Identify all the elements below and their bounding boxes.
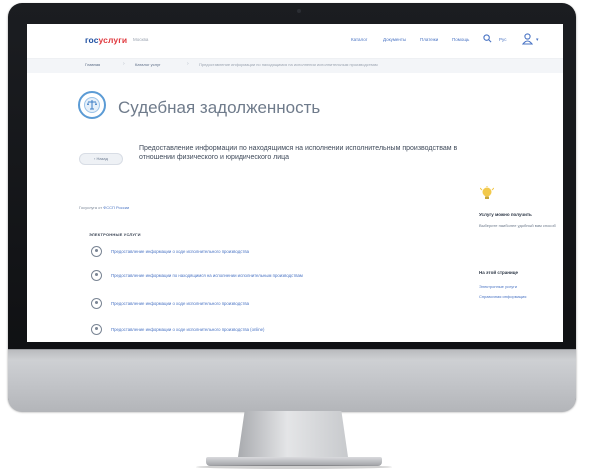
service-icon (91, 270, 102, 281)
on-page-title: На этой странице (479, 270, 519, 275)
monitor-stand (238, 411, 348, 457)
nav-catalog[interactable]: Каталог (351, 37, 367, 42)
owner-link[interactable]: ФССП России (103, 205, 129, 210)
nav-payments[interactable]: Платежи (420, 37, 438, 42)
stand-shadow (196, 465, 392, 469)
breadcrumb-catalog[interactable]: Каталог услуг (135, 62, 160, 67)
breadcrumb-home[interactable]: Главная (85, 62, 100, 67)
breadcrumb-separator: › (187, 61, 189, 67)
scales-glyph (87, 100, 97, 110)
service-link[interactable]: Предоставление информации о ходе исполни… (111, 249, 249, 254)
page-title: Судебная задолженность (118, 98, 321, 117)
services-heading: ЭЛЕКТРОННЫЕ УСЛУГИ (89, 232, 141, 237)
breadcrumb-separator: › (123, 61, 125, 67)
breadcrumb: Главная › Каталог услуг › Предоставление… (27, 59, 563, 73)
location-selector[interactable]: Москва (133, 37, 148, 42)
aside-text: Выберите наиболее удобный вам способ (479, 223, 556, 228)
on-page-link-services[interactable]: Электронные услуги (479, 284, 517, 289)
user-icon[interactable] (522, 33, 533, 45)
nav-documents[interactable]: Документы (383, 37, 406, 42)
service-icon (91, 298, 102, 309)
browser-screen: госуслуги Москва Каталог Документы Плате… (27, 24, 563, 342)
monitor-chin (8, 349, 576, 412)
nav-help[interactable]: Помощь (452, 37, 469, 42)
service-icon (91, 246, 102, 257)
monitor: госуслуги Москва Каталог Документы Плате… (8, 3, 576, 412)
scales-icon-inner (84, 97, 100, 113)
service-link[interactable]: Предоставление информации о ходе исполни… (111, 301, 249, 306)
aside-title: Услугу можно получить (479, 212, 532, 217)
lightbulb-icon (480, 186, 494, 199)
site-header: госуслуги Москва Каталог Документы Плате… (27, 24, 563, 59)
logo-part-1: гос (85, 35, 99, 45)
on-page-link-info[interactable]: Справочная информация (479, 294, 526, 299)
back-button[interactable]: ‹ Назад (79, 153, 123, 165)
language-selector[interactable]: Рус (499, 37, 506, 42)
service-link[interactable]: Предоставление информации о ходе исполни… (111, 327, 264, 332)
chin-shade (8, 350, 576, 360)
gosuslugi-logo[interactable]: госуслуги (85, 35, 127, 45)
logo-part-2: услуги (98, 35, 128, 45)
service-link[interactable]: Предоставление информации по находящимся… (111, 273, 303, 278)
chevron-down-icon[interactable]: ▾ (536, 37, 539, 43)
search-icon[interactable] (483, 34, 492, 43)
service-owner: Госуслуга от ФССП России (79, 205, 129, 210)
service-icon (91, 324, 102, 335)
owner-label: Госуслуга от (79, 205, 103, 210)
breadcrumb-current: Предоставление информации по находящимся… (199, 62, 378, 67)
service-description: Предоставление информации по находящимся… (139, 145, 458, 161)
scales-icon (78, 91, 106, 119)
camera (297, 9, 301, 13)
